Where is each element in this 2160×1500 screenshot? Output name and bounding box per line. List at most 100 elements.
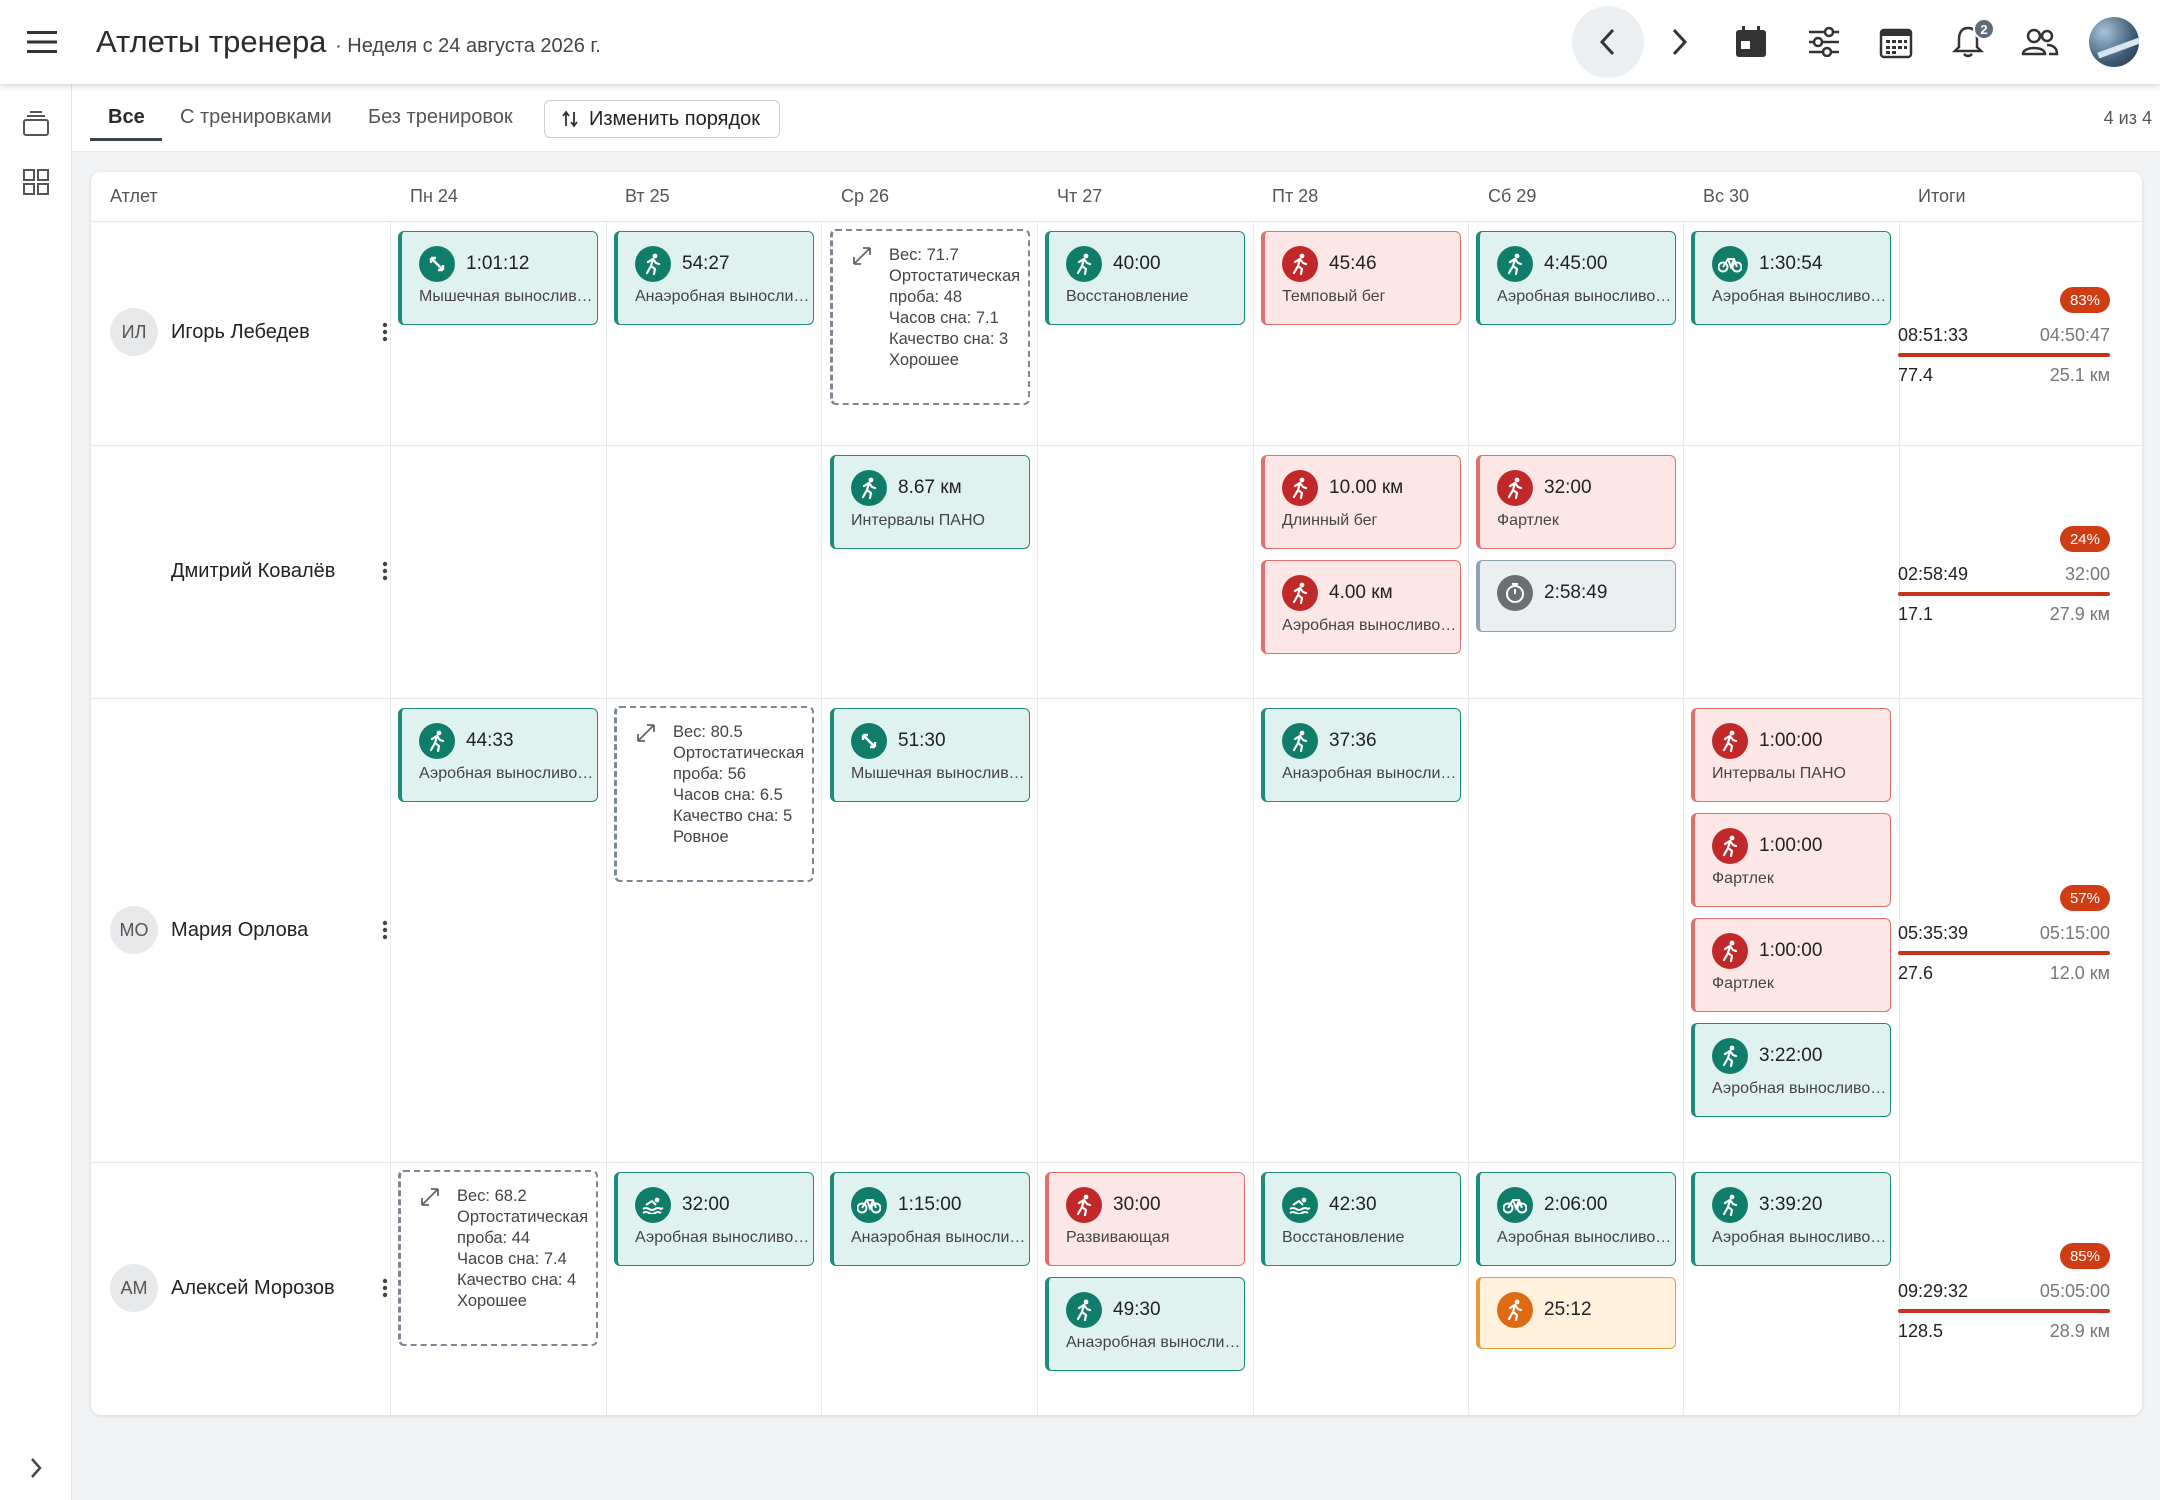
workout-card[interactable]: 4.00 км Аэробная выносливость — [1261, 560, 1461, 654]
filter-settings-icon[interactable] — [1794, 12, 1854, 72]
completion-badge: 85% — [2059, 1243, 2110, 1269]
workout-time: 1:15:00 — [898, 1194, 962, 1215]
workout-time: 49:30 — [1113, 1299, 1161, 1320]
time-actual: 09:29:32 — [1898, 1281, 1969, 1301]
workout-card[interactable]: 10.00 км Длинный бег — [1261, 455, 1461, 549]
divider — [821, 221, 822, 1415]
time-planned: 04:50:47 — [2039, 325, 2110, 345]
athlete-totals: 57% 05:35:39 05:15:00 27.6 12.0 км — [1898, 885, 2110, 995]
run-icon — [1712, 933, 1748, 969]
workout-card[interactable]: 44:33 Аэробная выносливость — [398, 708, 598, 802]
run-icon — [1282, 246, 1318, 282]
col-thu: Чт 27 — [1057, 186, 1103, 206]
run-icon — [1282, 723, 1318, 759]
run-icon — [419, 723, 455, 759]
workout-label: Аэробная выносливость — [1497, 288, 1673, 305]
workout-card[interactable]: 1:00:00 Фартлек — [1691, 813, 1891, 907]
divider — [91, 698, 2142, 699]
workout-label: Аэробная выносливость — [1712, 1229, 1888, 1246]
distance-planned: 27.9 км — [2049, 604, 2110, 624]
workout-card[interactable]: 30:00 Развивающая — [1045, 1172, 1245, 1266]
expand-chevron-icon[interactable] — [16, 1448, 56, 1488]
workout-time: 2:58:49 — [1544, 582, 1608, 603]
completion-badge: 57% — [2059, 885, 2110, 911]
today-calendar-icon[interactable] — [1721, 12, 1781, 72]
workout-card[interactable]: 37:36 Анаэробная выносливость — [1261, 708, 1461, 802]
workout-time: 3:22:00 — [1759, 1045, 1823, 1066]
athlete-avatar — [110, 547, 158, 595]
expand-arrows-icon — [853, 247, 871, 265]
notifications-bell-icon[interactable]: 2 — [1938, 12, 1998, 72]
completion-badge: 24% — [2059, 526, 2110, 552]
athlete-row-header[interactable]: ИЛ Игорь Лебедев — [110, 308, 388, 356]
workout-card[interactable]: 54:27 Анаэробная выносливость — [614, 231, 814, 325]
reorder-button[interactable]: Изменить порядок — [544, 100, 780, 138]
workout-time: 1:30:54 — [1759, 253, 1823, 274]
tab-without-workouts[interactable]: Без тренировок — [368, 106, 513, 129]
more-options-icon[interactable] — [370, 1272, 400, 1304]
daily-metrics-note[interactable]: Вес: 68.2 Ортостатическая проба: 44 Часо… — [398, 1170, 598, 1346]
more-options-icon[interactable] — [370, 555, 400, 587]
workout-card[interactable]: 1:01:12 Мышечная выносливость — [398, 231, 598, 325]
workout-label: Фартлек — [1712, 870, 1774, 887]
workout-card[interactable]: 32:00 Аэробная выносливость — [614, 1172, 814, 1266]
workout-card[interactable]: 1:00:00 Интервалы ПАНО — [1691, 708, 1891, 802]
athlete-row-header[interactable]: МО Мария Орлова — [110, 906, 388, 954]
workout-card[interactable]: 25:12 — [1476, 1277, 1676, 1349]
col-totals: Итоги — [1918, 186, 1966, 206]
user-avatar[interactable] — [2089, 17, 2139, 67]
workout-time: 4.00 км — [1329, 582, 1393, 603]
athlete-row-header[interactable]: Дмитрий Ковалёв — [110, 547, 388, 595]
workout-card[interactable]: 4:45:00 Аэробная выносливость — [1476, 231, 1676, 325]
daily-metrics-note[interactable]: Вес: 71.7 Ортостатическая проба: 48 Часо… — [830, 229, 1030, 405]
workout-card[interactable]: 2:06:00 Аэробная выносливость — [1476, 1172, 1676, 1266]
week-subtitle: · Неделя с 24 августа 2026 г. — [335, 35, 601, 57]
workout-card[interactable]: 32:00 Фартлек — [1476, 455, 1676, 549]
workout-card[interactable]: 1:30:54 Аэробная выносливость — [1691, 231, 1891, 325]
workout-card[interactable]: 42:30 Восстановление — [1261, 1172, 1461, 1266]
workout-card[interactable]: 3:22:00 Аэробная выносливость — [1691, 1023, 1891, 1117]
workout-label: Анаэробная выносливость — [1066, 1334, 1242, 1351]
distance-planned: 25.1 км — [2049, 365, 2110, 385]
workout-card[interactable]: 1:15:00 Анаэробная выносливость — [830, 1172, 1030, 1266]
workout-time: 44:33 — [466, 730, 514, 751]
workout-card[interactable]: 8.67 км Интервалы ПАНО — [830, 455, 1030, 549]
distance-planned: 12.0 км — [2049, 963, 2110, 983]
tab-with-workouts[interactable]: С тренировками — [180, 106, 332, 129]
workout-time: 30:00 — [1113, 1194, 1161, 1215]
prev-week-button[interactable] — [1572, 6, 1644, 78]
menu-icon[interactable] — [22, 24, 62, 60]
workout-label: Аэробная выносливость — [419, 765, 595, 782]
more-options-icon[interactable] — [370, 914, 400, 946]
workout-card[interactable]: 49:30 Анаэробная выносливость — [1045, 1277, 1245, 1371]
completion-badge: 83% — [2059, 287, 2110, 313]
workout-card[interactable]: 2:58:49 — [1476, 560, 1676, 632]
workout-card[interactable]: 40:00 Восстановление — [1045, 231, 1245, 325]
col-wed: Ср 26 — [841, 186, 890, 206]
athlete-row-header[interactable]: АМ Алексей Морозов — [110, 1264, 388, 1312]
month-calendar-icon[interactable] — [1866, 12, 1926, 72]
more-options-icon[interactable] — [370, 316, 400, 348]
strength-icon — [851, 723, 887, 759]
divider — [1899, 221, 1900, 1415]
stack-icon[interactable] — [16, 104, 56, 144]
grid-icon[interactable] — [16, 162, 56, 202]
time-planned: 32:00 — [2064, 564, 2110, 584]
workout-time: 8.67 км — [898, 477, 962, 498]
time-actual: 02:58:49 — [1898, 564, 1969, 584]
workout-card[interactable]: 45:46 Темповый бег — [1261, 231, 1461, 325]
workout-card[interactable]: 1:00:00 Фартлек — [1691, 918, 1891, 1012]
stopwatch-icon — [1497, 575, 1533, 611]
col-sat: Сб 29 — [1488, 186, 1537, 206]
workout-card[interactable]: 3:39:20 Аэробная выносливость — [1691, 1172, 1891, 1266]
athletes-group-icon[interactable] — [2010, 12, 2070, 72]
workout-card[interactable]: 51:30 Мышечная выносливость — [830, 708, 1030, 802]
workout-time: 37:36 — [1329, 730, 1377, 751]
tab-all[interactable]: Все — [108, 106, 145, 129]
next-week-button[interactable] — [1649, 12, 1709, 72]
divider — [1037, 221, 1038, 1415]
swim-icon — [635, 1187, 671, 1223]
daily-metrics-note[interactable]: Вес: 80.5 Ортостатическая проба: 56 Часо… — [614, 706, 814, 882]
col-fri: Пт 28 — [1272, 186, 1319, 206]
expand-arrows-icon — [637, 724, 655, 742]
